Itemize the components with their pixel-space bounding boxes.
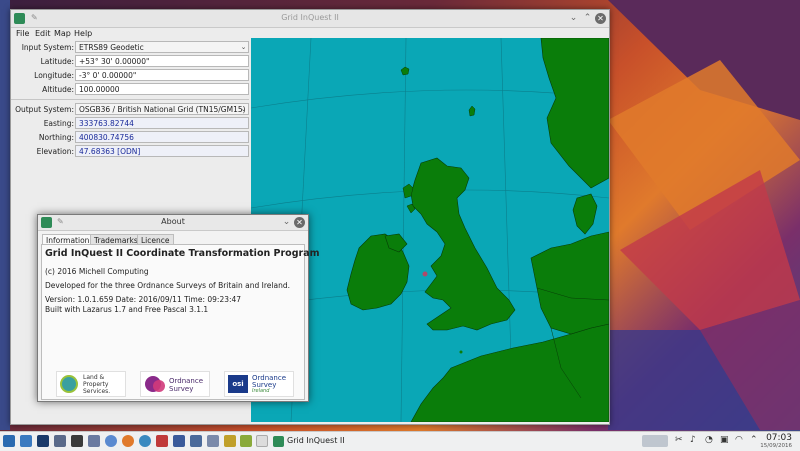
chevron-down-icon[interactable]: ⌄ [239,105,248,114]
latitude-row: Latitude: +53° 30' 0.00000" [13,55,249,68]
award-icon[interactable] [224,435,236,447]
scissors-icon[interactable]: ✂ [675,435,683,445]
northing-output[interactable]: 400830.74756 [75,131,249,143]
image-viewer-icon[interactable] [71,435,83,447]
lps-text-3: Services. [83,388,111,395]
output-system-select[interactable]: OSGB36 / British National Grid (TN15/GM1… [75,103,249,115]
pdf-icon[interactable] [156,435,168,447]
about-built-with: Built with Lazarus 1.7 and Free Pascal 3… [45,305,209,314]
application-launcher-icon[interactable] [3,435,15,447]
land-property-services-logo: Land & Property Services. [56,371,126,397]
about-titlebar[interactable]: ✎ About ⌄ ✕ [38,215,308,231]
osi-emblem-icon: osi [228,375,248,393]
section-divider [11,99,249,100]
minimize-chevron-icon[interactable]: ⌄ [568,13,579,24]
input-system-label: Input System: [21,43,74,52]
database-icon[interactable] [173,435,185,447]
clock-time: 07:03 [766,433,792,443]
pencil-icon[interactable] [240,435,252,447]
about-developed-for: Developed for the three Ordnance Surveys… [45,281,290,290]
ordnance-survey-ireland-logo: osi Ordnance Survey Ireland [224,371,294,397]
firefox-icon[interactable] [122,435,134,447]
wifi-icon[interactable]: ◠ [735,435,743,445]
browser-icon[interactable] [105,435,117,447]
shield-icon[interactable] [207,435,219,447]
input-system-row: Input System: ETRS89 Geodetic ⌄ [13,41,249,54]
window-icon[interactable] [256,435,268,447]
ordnance-survey-logo: Ordnance Survey [140,371,210,397]
northing-label: Northing: [38,133,74,142]
easting-row: Easting: 333763.82744 [13,117,249,130]
about-information-panel: Grid InQuest II Coordinate Transformatio… [41,244,320,400]
main-window-title: Grid InQuest II [281,13,339,22]
terminal-icon[interactable] [37,435,49,447]
output-system-label: Output System: [15,105,74,114]
virtual-desktop-pager[interactable] [642,435,668,447]
main-titlebar[interactable]: ✎ Grid InQuest II ⌄ ⌃ ✕ [11,10,609,28]
osgb-text-1: Ordnance [169,377,204,385]
about-heading: Grid InQuest II Coordinate Transformatio… [45,248,320,259]
input-system-select[interactable]: ETRS89 Geodetic ⌄ [75,41,249,53]
mail-icon[interactable] [20,435,32,447]
about-copyright: (c) 2016 Michell Computing [45,267,149,276]
latitude-input[interactable]: +53° 30' 0.00000" [75,55,249,67]
output-system-value: OSGB36 / British National Grid (TN15/GM1… [79,105,246,114]
easting-label: Easting: [43,119,74,128]
northing-row: Northing: 400830.74756 [13,131,249,144]
about-title: About [161,217,185,226]
easting-output[interactable]: 333763.82744 [75,117,249,129]
osgb-text-2: Survey [169,385,194,393]
network-icon[interactable] [190,435,202,447]
altitude-input[interactable]: 100.00000 [75,83,249,95]
lps-emblem-icon [60,375,78,393]
speedometer-icon[interactable]: ◔ [705,435,713,445]
close-icon[interactable]: ✕ [595,13,606,24]
system-settings-icon[interactable] [88,435,100,447]
devices-icon[interactable]: ▣ [720,435,729,445]
menu-edit[interactable]: Edit [35,29,51,38]
taskbar-task-label: Grid InQuest II [287,436,345,445]
longitude-row: Longitude: -3° 0' 0.00000" [13,69,249,82]
osi-text-3: Ireland [252,388,270,394]
latitude-label: Latitude: [40,57,74,66]
taskbar: Grid InQuest II ✂ ♪ ◔ ▣ ◠ ⌃ 07:03 15/09/… [0,431,800,451]
about-version: Version: 1.0.1.659 Date: 2016/09/11 Time… [45,295,242,304]
altitude-label: Altitude: [42,85,74,94]
file-manager-icon[interactable] [54,435,66,447]
clock[interactable]: 07:03 15/09/2016 [760,433,792,449]
menu-help[interactable]: Help [74,29,92,38]
clock-date: 15/09/2016 [760,443,792,449]
altitude-row: Altitude: 100.00000 [13,83,249,96]
chevron-down-icon[interactable]: ⌄ [239,43,248,52]
maximize-chevron-icon[interactable]: ⌃ [582,13,593,24]
audio-icon[interactable]: ♪ [690,435,696,445]
elevation-output[interactable]: 47.68363 [ODN] [75,145,249,157]
minimize-chevron-icon[interactable]: ⌄ [281,217,292,228]
expand-tray-icon[interactable]: ⌃ [750,435,758,445]
longitude-label: Longitude: [34,71,74,80]
about-dialog: ✎ About ⌄ ✕ Information Trademarks Licen… [37,214,320,402]
os-emblem-icon-2 [153,380,165,392]
input-system-value: ETRS89 Geodetic [79,43,144,52]
close-icon[interactable]: ✕ [294,217,305,228]
menu-map[interactable]: Map [54,29,71,38]
longitude-input[interactable]: -3° 0' 0.00000" [75,69,249,81]
menu-file[interactable]: File [16,29,29,38]
elevation-label: Elevation: [36,147,74,156]
grid-inquest-task-icon [273,436,284,447]
globe-icon[interactable] [139,435,151,447]
output-system-row: Output System: OSGB36 / British National… [13,103,249,116]
elevation-row: Elevation: 47.68363 [ODN] [13,145,249,158]
